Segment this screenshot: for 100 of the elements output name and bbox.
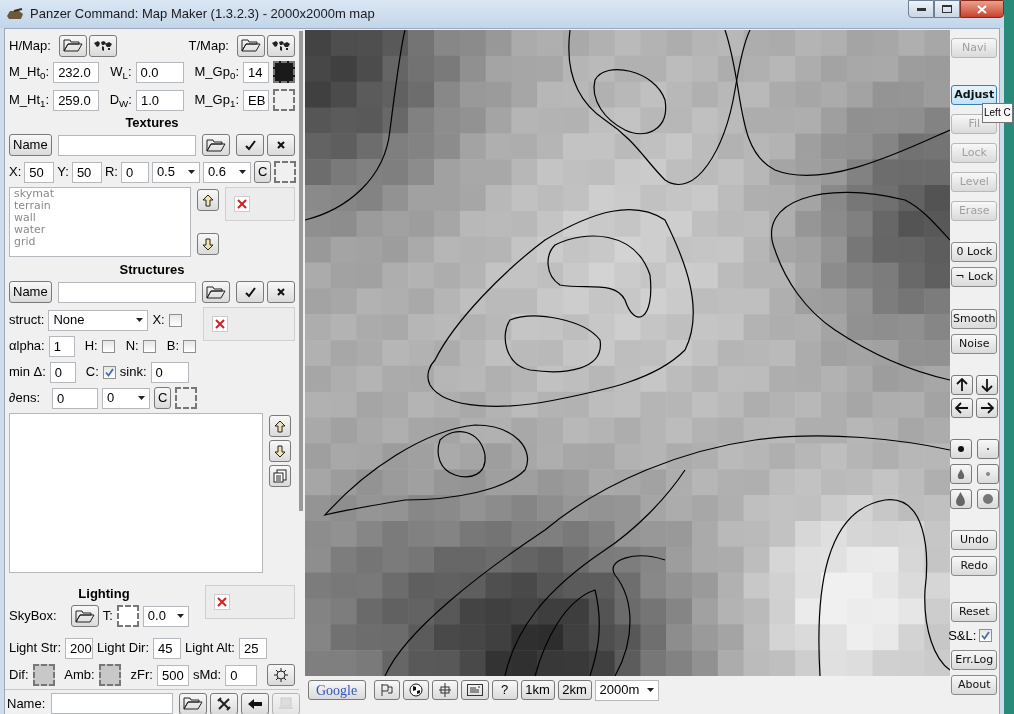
filter-button[interactable]: Noise bbox=[951, 334, 998, 354]
dot-icon bbox=[981, 493, 994, 505]
about-button[interactable]: About bbox=[951, 674, 998, 695]
map-button[interactable] bbox=[88, 34, 117, 57]
tools-icon bbox=[217, 696, 232, 711]
text-field[interactable]: 0 bbox=[49, 361, 76, 383]
list-item[interactable]: terrain bbox=[14, 200, 186, 212]
text-field[interactable]: 0 bbox=[52, 387, 98, 409]
c-button[interactable]: C bbox=[253, 161, 272, 183]
color-swatch[interactable] bbox=[175, 387, 198, 409]
open-button[interactable] bbox=[201, 281, 230, 303]
color-swatch[interactable] bbox=[32, 664, 55, 686]
filter-button[interactable]: Smooth bbox=[951, 309, 998, 329]
settings-button[interactable] bbox=[267, 664, 295, 686]
color-swatch[interactable] bbox=[116, 605, 139, 627]
lock-button[interactable]: 0 Lock bbox=[951, 242, 998, 262]
text-field[interactable]: 1.0 bbox=[135, 89, 184, 111]
checkbox[interactable] bbox=[142, 339, 156, 353]
copy-button[interactable] bbox=[269, 465, 291, 487]
color-swatch[interactable] bbox=[273, 89, 295, 111]
list-item[interactable]: skymat bbox=[14, 188, 186, 200]
arrow-button[interactable] bbox=[975, 375, 998, 395]
checkbox[interactable] bbox=[979, 629, 993, 643]
open-button[interactable] bbox=[58, 34, 87, 57]
back-button[interactable] bbox=[241, 692, 270, 714]
open-button[interactable] bbox=[237, 34, 265, 57]
center-button[interactable] bbox=[431, 680, 458, 700]
heightmap-drawing[interactable] bbox=[304, 30, 950, 676]
cancel-button[interactable] bbox=[267, 134, 295, 156]
mode-button[interactable]: Adjust bbox=[951, 85, 998, 105]
lock-button[interactable]: ¬ Lock bbox=[951, 267, 998, 287]
tools-button[interactable] bbox=[210, 692, 239, 714]
history-button[interactable]: Redo bbox=[951, 556, 998, 576]
google-button[interactable]: Google bbox=[307, 680, 366, 700]
flag-button[interactable] bbox=[373, 680, 400, 700]
text-field[interactable] bbox=[57, 281, 196, 303]
maximize-button[interactable] bbox=[934, 0, 960, 18]
close-button[interactable] bbox=[960, 0, 1004, 18]
checkbox[interactable] bbox=[168, 313, 182, 327]
move-up-button[interactable] bbox=[269, 415, 291, 437]
scale-button[interactable]: 2km bbox=[557, 680, 592, 700]
move-down-button[interactable] bbox=[197, 233, 219, 255]
text-field[interactable]: 200 bbox=[65, 637, 94, 659]
text-field[interactable]: 0 bbox=[150, 361, 189, 383]
open-button[interactable] bbox=[201, 134, 230, 156]
open-button[interactable] bbox=[179, 692, 208, 714]
apply-button[interactable] bbox=[236, 281, 264, 303]
text-field[interactable]: 259.0 bbox=[53, 89, 100, 111]
list-item[interactable]: grid bbox=[14, 236, 186, 248]
dropdown[interactable]: 0.6 bbox=[202, 161, 251, 183]
checkbox[interactable] bbox=[102, 365, 116, 379]
name-button[interactable]: Name bbox=[9, 134, 52, 156]
map-button[interactable] bbox=[267, 34, 295, 57]
info-button[interactable] bbox=[460, 680, 489, 700]
dropdown[interactable]: None bbox=[48, 309, 149, 331]
move-down-button[interactable] bbox=[269, 440, 291, 462]
apply-button[interactable] bbox=[236, 134, 264, 156]
brush-button[interactable] bbox=[949, 439, 972, 459]
open-button[interactable] bbox=[70, 605, 99, 627]
dropdown[interactable]: 0.0 bbox=[142, 605, 189, 627]
move-up-button[interactable] bbox=[197, 189, 219, 211]
help-button[interactable]: ? bbox=[491, 680, 518, 700]
text-field[interactable]: 14 bbox=[243, 61, 269, 83]
color-swatch[interactable] bbox=[98, 664, 121, 686]
name-field[interactable] bbox=[51, 693, 174, 714]
list-item[interactable]: water bbox=[14, 224, 186, 236]
text-field[interactable]: 1 bbox=[48, 335, 75, 357]
cancel-button[interactable] bbox=[267, 281, 295, 303]
scrollbar[interactable] bbox=[299, 31, 303, 511]
text-field[interactable]: EB bbox=[243, 89, 269, 111]
text-field[interactable]: 0 bbox=[225, 664, 258, 686]
dropdown[interactable]: 2000m bbox=[594, 679, 659, 701]
scale-button[interactable]: 1km bbox=[520, 680, 555, 700]
text-field[interactable]: 232.0 bbox=[53, 61, 100, 83]
color-swatch[interactable] bbox=[273, 61, 295, 83]
list-item[interactable]: wall bbox=[14, 212, 186, 224]
globe-button[interactable] bbox=[402, 680, 429, 700]
dropdown[interactable]: 0 bbox=[102, 387, 150, 409]
text-field[interactable]: 50 bbox=[71, 161, 102, 183]
color-swatch[interactable] bbox=[274, 161, 297, 183]
arrow-button[interactable] bbox=[950, 398, 973, 418]
history-button[interactable]: Undo bbox=[951, 530, 998, 550]
text-field[interactable]: 0 bbox=[120, 161, 149, 183]
arrow-button[interactable] bbox=[950, 375, 973, 395]
log-button[interactable]: Err.Log bbox=[951, 649, 998, 670]
text-field[interactable] bbox=[57, 134, 196, 156]
c-button[interactable]: C bbox=[154, 387, 172, 409]
arrow-button[interactable] bbox=[975, 398, 998, 418]
field-label: X: bbox=[9, 163, 22, 182]
text-field[interactable]: 45 bbox=[153, 637, 182, 659]
text-field[interactable]: 500 bbox=[156, 664, 189, 686]
checkbox[interactable] bbox=[183, 339, 196, 353]
text-field[interactable]: 50 bbox=[24, 161, 55, 183]
text-field[interactable]: 25 bbox=[238, 637, 267, 659]
dropdown[interactable]: 0.5 bbox=[151, 161, 200, 183]
name-button[interactable]: Name bbox=[9, 281, 52, 303]
checkbox[interactable] bbox=[101, 339, 115, 353]
text-field[interactable]: 0.0 bbox=[135, 61, 184, 83]
minimize-button[interactable] bbox=[908, 0, 934, 18]
reset-button[interactable]: Reset bbox=[951, 602, 998, 622]
